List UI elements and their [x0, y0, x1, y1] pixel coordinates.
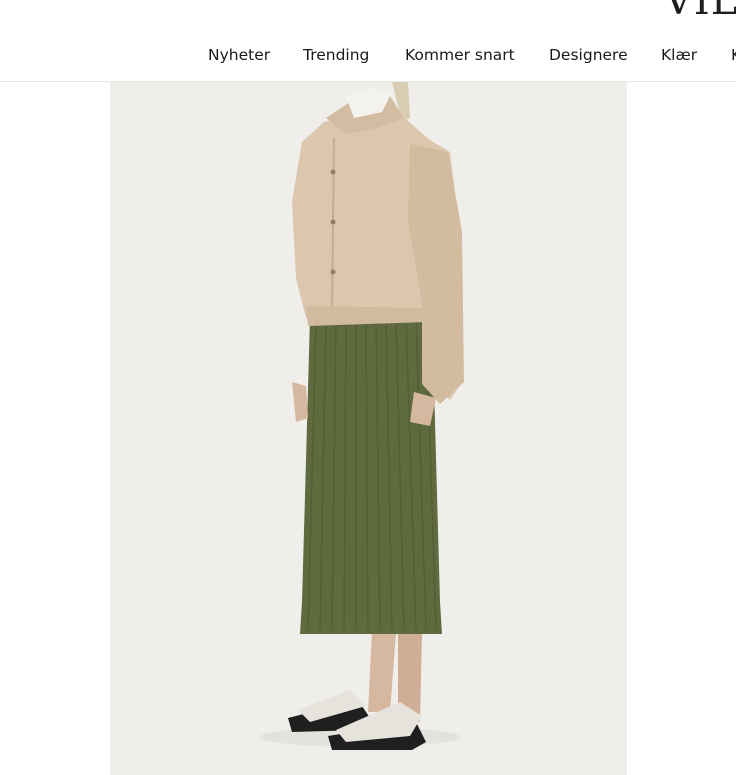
site-header: VIL Nyheter Trending Kommer snart Design… — [0, 0, 736, 82]
nav-item-overflow[interactable]: K — [731, 46, 736, 64]
nav-item-designere[interactable]: Designere — [549, 46, 628, 64]
product-image[interactable] — [110, 82, 627, 775]
main-nav: Nyheter Trending Kommer snart Designere … — [0, 46, 736, 72]
fashion-model-illustration — [110, 82, 627, 775]
nav-item-kommer-snart[interactable]: Kommer snart — [405, 46, 515, 64]
brand-logo[interactable]: VIL — [664, 0, 736, 24]
nav-item-klaer[interactable]: Klær — [661, 46, 697, 64]
nav-item-trending[interactable]: Trending — [303, 46, 369, 64]
nav-item-nyheter[interactable]: Nyheter — [208, 46, 270, 64]
